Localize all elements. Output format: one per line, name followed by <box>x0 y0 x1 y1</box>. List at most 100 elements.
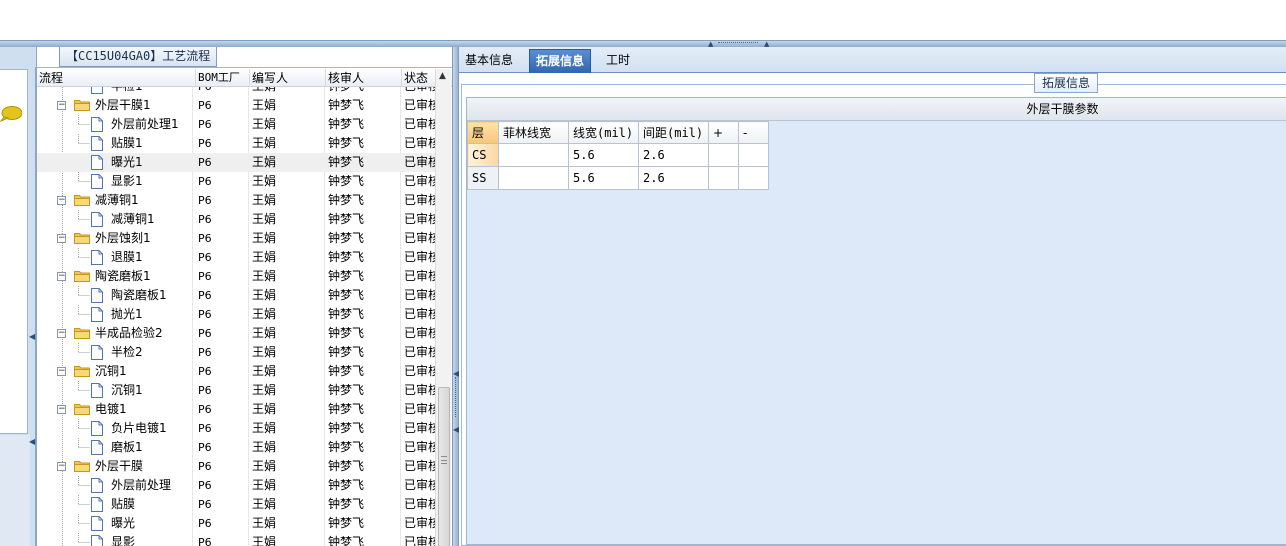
reviewer-cell[interactable]: 钟梦飞 <box>326 381 400 400</box>
collapse-toggle-icon[interactable]: − <box>57 367 66 376</box>
tree-row[interactable]: 陶瓷磨板1 P6 王娟 钟梦飞 已审核 <box>37 286 435 305</box>
tree-row[interactable]: − 外层蚀刻1 P6 王娟 钟梦飞 已审核 <box>37 229 435 248</box>
tree-row[interactable]: − 外层干膜1 P6 王娟 钟梦飞 已审核 <box>37 96 435 115</box>
status-cell[interactable]: 已审核 <box>402 362 435 381</box>
process-name-cell[interactable]: 显影1 <box>37 172 192 191</box>
writer-cell[interactable]: 王娟 <box>250 381 324 400</box>
writer-cell[interactable]: 王娟 <box>250 514 324 533</box>
status-cell[interactable]: 已审核 <box>402 495 435 514</box>
bom-factory-cell[interactable]: P6 <box>196 514 248 533</box>
process-name-cell[interactable]: 抛光1 <box>37 305 192 324</box>
status-cell[interactable]: 已审核 <box>402 476 435 495</box>
status-cell[interactable]: 已审核 <box>402 305 435 324</box>
bom-factory-cell[interactable]: P6 <box>196 324 248 343</box>
add-column-button[interactable]: + <box>708 121 739 144</box>
column-header-line-width[interactable]: 线宽(mil) <box>568 121 639 144</box>
writer-cell[interactable]: 王娟 <box>250 476 324 495</box>
tree-row[interactable]: 抛光1 P6 王娟 钟梦飞 已审核 <box>37 305 435 324</box>
bom-factory-cell[interactable]: P6 <box>196 381 248 400</box>
process-name-cell[interactable]: − 半成品检验2 <box>37 324 192 343</box>
bom-factory-cell[interactable]: P6 <box>196 191 248 210</box>
writer-cell[interactable]: 王娟 <box>250 495 324 514</box>
tree-row[interactable]: 半检2 P6 王娟 钟梦飞 已审核 <box>37 343 435 362</box>
writer-cell[interactable]: 王娟 <box>250 438 324 457</box>
writer-cell[interactable]: 王娟 <box>250 134 324 153</box>
film-width-cell[interactable] <box>498 166 569 190</box>
bom-factory-cell[interactable]: P6 <box>196 495 248 514</box>
bom-factory-cell[interactable]: P6 <box>196 362 248 381</box>
status-cell[interactable]: 已审核 <box>402 229 435 248</box>
layer-cell[interactable]: CS <box>467 143 499 167</box>
collapse-toggle-icon[interactable]: − <box>57 234 66 243</box>
writer-cell[interactable]: 王娟 <box>250 533 324 546</box>
tree-row[interactable]: 减薄铜1 P6 王娟 钟梦飞 已审核 <box>37 210 435 229</box>
status-cell[interactable]: 已审核 <box>402 267 435 286</box>
writer-cell[interactable]: 王娟 <box>250 343 324 362</box>
writer-cell[interactable]: 王娟 <box>250 324 324 343</box>
spacing-cell[interactable]: 2.6 <box>638 143 709 167</box>
status-cell[interactable]: 已审核 <box>402 400 435 419</box>
status-cell[interactable]: 已审核 <box>402 96 435 115</box>
tree-row[interactable]: 曝光 P6 王娟 钟梦飞 已审核 <box>37 514 435 533</box>
status-cell[interactable]: 已审核 <box>402 343 435 362</box>
writer-cell[interactable]: 王娟 <box>250 115 324 134</box>
top-splitter[interactable]: ▲ ▲ <box>0 40 1286 48</box>
status-cell[interactable]: 已审核 <box>402 324 435 343</box>
process-name-cell[interactable]: 外层前处理1 <box>37 115 192 134</box>
tree-row[interactable]: 外层前处理 P6 王娟 钟梦飞 已审核 <box>37 476 435 495</box>
process-name-cell[interactable]: − 陶瓷磨板1 <box>37 267 192 286</box>
column-header-film-width[interactable]: 菲林线宽 <box>498 121 569 144</box>
bom-factory-cell[interactable]: P6 <box>196 229 248 248</box>
collapse-left-arrow-icon[interactable]: ◀ <box>29 332 35 341</box>
status-cell[interactable]: 已审核 <box>402 381 435 400</box>
process-name-cell[interactable]: 曝光1 <box>37 153 192 172</box>
bom-factory-cell[interactable]: P6 <box>196 457 248 476</box>
reviewer-cell[interactable]: 钟梦飞 <box>326 229 400 248</box>
process-name-cell[interactable]: − 电镀1 <box>37 400 192 419</box>
tab-work-hours[interactable]: 工时 <box>600 49 636 73</box>
collapse-toggle-icon[interactable]: − <box>57 196 66 205</box>
writer-cell[interactable]: 王娟 <box>250 400 324 419</box>
writer-cell[interactable]: 王娟 <box>250 229 324 248</box>
bom-factory-cell[interactable]: P6 <box>196 419 248 438</box>
tree-row[interactable]: − 减薄铜1 P6 王娟 钟梦飞 已审核 <box>37 191 435 210</box>
tree-row[interactable]: 半检1 P6王娟钟梦飞已审核 <box>37 87 435 96</box>
empty-cell[interactable] <box>708 143 739 167</box>
reviewer-cell[interactable]: 钟梦飞 <box>326 153 400 172</box>
column-header-layer[interactable]: 层 <box>467 121 499 144</box>
writer-cell[interactable]: 王娟 <box>250 248 324 267</box>
process-name-cell[interactable]: 半检1 <box>37 87 192 96</box>
tree-row[interactable]: − 外层干膜 P6 王娟 钟梦飞 已审核 <box>37 457 435 476</box>
bom-factory-cell[interactable]: P6 <box>196 172 248 191</box>
tree-vertical-scrollbar[interactable]: ▲ <box>435 69 451 546</box>
tree-row[interactable]: − 半成品检验2 P6 王娟 钟梦飞 已审核 <box>37 324 435 343</box>
bom-factory-cell[interactable]: P6 <box>196 286 248 305</box>
status-cell[interactable]: 已审核 <box>402 286 435 305</box>
collapse-toggle-icon[interactable]: − <box>57 462 66 471</box>
reviewer-cell[interactable]: 钟梦飞 <box>326 533 400 546</box>
reviewer-cell[interactable]: 钟梦飞 <box>326 324 400 343</box>
spacing-cell[interactable]: 2.6 <box>638 166 709 190</box>
writer-cell[interactable]: 王娟 <box>250 87 324 96</box>
tree-row[interactable]: 退膜1 P6 王娟 钟梦飞 已审核 <box>37 248 435 267</box>
process-name-cell[interactable]: 显影 <box>37 533 192 546</box>
reviewer-cell[interactable]: 钟梦飞 <box>326 514 400 533</box>
process-name-cell[interactable]: − 外层干膜1 <box>37 96 192 115</box>
tree-row[interactable]: 显影1 P6 王娟 钟梦飞 已审核 <box>37 172 435 191</box>
process-name-cell[interactable]: 贴膜 <box>37 495 192 514</box>
column-header-reviewer[interactable]: 核审人 <box>326 69 402 87</box>
writer-cell[interactable]: 王娟 <box>250 172 324 191</box>
bom-factory-cell[interactable]: P6 <box>196 400 248 419</box>
process-name-cell[interactable]: 磨板1 <box>37 438 192 457</box>
bom-factory-cell[interactable]: P6 <box>196 96 248 115</box>
status-cell[interactable]: 已审核 <box>402 191 435 210</box>
reviewer-cell[interactable]: 钟梦飞 <box>326 134 400 153</box>
bom-factory-cell[interactable]: P6 <box>196 533 248 546</box>
reviewer-cell[interactable]: 钟梦飞 <box>326 96 400 115</box>
status-cell[interactable]: 已审核 <box>402 172 435 191</box>
column-header-process[interactable]: 流程 <box>37 69 196 87</box>
process-name-cell[interactable]: 贴膜1 <box>37 134 192 153</box>
tree-row[interactable]: 外层前处理1 P6 王娟 钟梦飞 已审核 <box>37 115 435 134</box>
status-cell[interactable]: 已审核 <box>402 153 435 172</box>
tree-row[interactable]: 贴膜1 P6 王娟 钟梦飞 已审核 <box>37 134 435 153</box>
